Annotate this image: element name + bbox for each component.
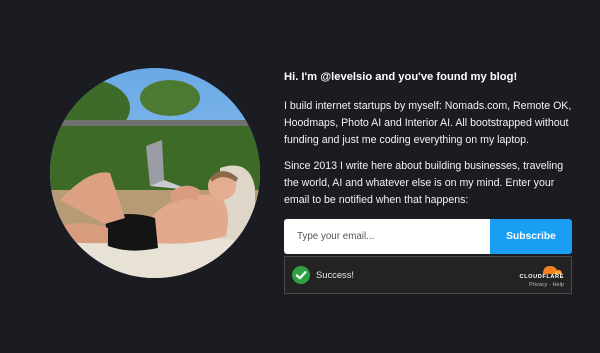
checkmark-icon: [292, 266, 310, 284]
subscribe-button[interactable]: Subscribe: [490, 219, 572, 254]
page-title: Hi. I'm @levelsio and you've found my bl…: [284, 71, 518, 83]
link-separator: ·: [549, 282, 551, 288]
captcha-links: Privacy · Help: [529, 282, 564, 288]
help-link[interactable]: Help: [552, 282, 564, 288]
privacy-link[interactable]: Privacy: [529, 282, 547, 288]
signup-prompt-paragraph: Since 2013 I write here about building b…: [284, 160, 564, 206]
newsletter-signup-form: Subscribe: [284, 219, 572, 254]
captcha-status-text: Success!: [316, 269, 355, 280]
blog-intro: Hi. I'm @levelsio and you've found my bl…: [284, 69, 578, 219]
email-input[interactable]: [284, 219, 490, 254]
profile-photo: [50, 68, 260, 278]
cloudflare-wordmark: CLOUDFLARE: [519, 274, 564, 280]
cloudflare-turnstile-widget: Success! CLOUDFLARE Privacy · Help: [284, 256, 572, 294]
intro-paragraph: I build internet startups by myself: Nom…: [284, 100, 572, 146]
